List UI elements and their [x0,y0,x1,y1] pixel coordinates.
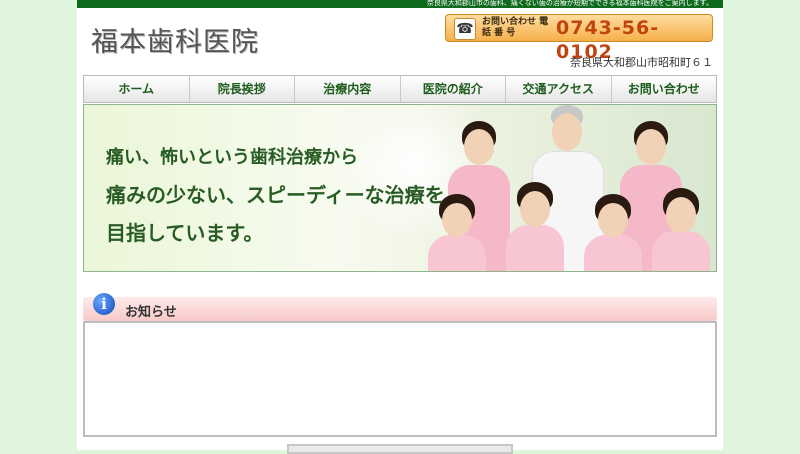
page: 奈良県大和郡山市の歯科、痛くない歯の治療が短期でできる福本歯科医院をご案内します… [77,0,723,454]
phone-icon: ☎ [454,18,476,40]
hero-line-3: 目指しています。 [106,221,264,245]
main-nav: ホーム 院長挨拶 治療内容 医院の紹介 交通アクセス お問い合わせ [83,75,717,103]
staff-photo [414,105,716,271]
hero-banner: 痛い、怖いという歯科治療から 痛みの少ない、スピーディーな治療を 目指しています… [83,104,717,272]
top-bar: 奈良県大和郡山市の歯科、痛くない歯の治療が短期でできる福本歯科医院をご案内します… [77,0,723,8]
nav-clinic-intro[interactable]: 医院の紹介 [401,76,506,102]
notice-content[interactable] [83,321,717,437]
phone-label: お問い合わせ 電 話 番 号 [482,17,549,38]
hero-line-1: 痛い、怖いという歯科治療から [106,147,358,168]
notice-title: お知らせ [125,305,177,320]
nav-contact[interactable]: お問い合わせ [612,76,717,102]
clinic-logo[interactable]: 福本歯科医院 [91,20,259,59]
nav-treatment[interactable]: 治療内容 [295,76,401,102]
nav-home[interactable]: ホーム [84,76,190,102]
nav-greeting[interactable]: 院長挨拶 [190,76,295,102]
notice-header: i お知らせ [83,293,717,321]
top-tagline: 奈良県大和郡山市の歯科、痛くない歯の治療が短期でできる福本歯科医院をご案内します… [426,0,713,7]
nav-access[interactable]: 交通アクセス [506,76,612,102]
clinic-address: 奈良県大和郡山市昭和町６１ [570,56,713,69]
bottom-panel [287,444,513,454]
phone-banner[interactable]: ☎ お問い合わせ 電 話 番 号 0743-56-0102 [445,14,713,63]
hero-line-2: 痛みの少ない、スピーディーな治療を [106,183,445,207]
info-icon: i [93,293,115,315]
